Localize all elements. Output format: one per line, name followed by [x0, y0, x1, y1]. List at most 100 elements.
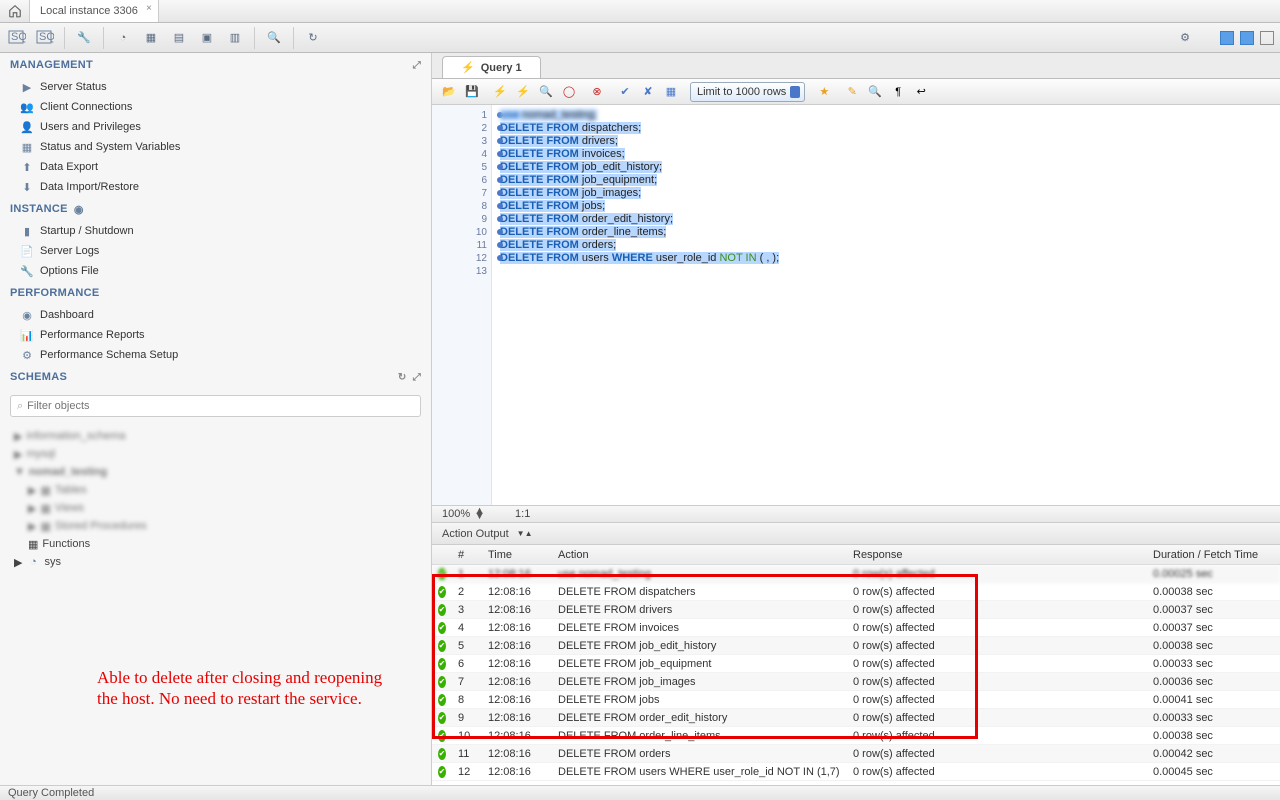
commit-toggle-icon[interactable]: ⊗: [588, 83, 606, 101]
nav-item[interactable]: ⬆Data Export: [0, 157, 431, 177]
nav-item[interactable]: ⚙Performance Schema Setup: [0, 345, 431, 365]
instance-icon: ◉: [72, 202, 86, 216]
svg-text:SQL: SQL: [39, 31, 54, 43]
nav-icon: ▦: [20, 140, 34, 154]
row-limit-select[interactable]: Limit to 1000 rows: [690, 82, 805, 102]
output-row[interactable]: ✔ 212:08:16 DELETE FROM dispatchers0 row…: [432, 583, 1280, 601]
lightning-icon: ⚡: [461, 61, 475, 74]
nav-item[interactable]: ▮Startup / Shutdown: [0, 221, 431, 241]
schema-db[interactable]: ▼nomad_testing: [0, 463, 431, 481]
editor-toolbar: 📂 💾 ⚡ ⚡ 🔍 ◯ ⊗ ✔ ✘ ▦ Limit to 1000 rows ★…: [432, 79, 1280, 105]
sql-editor[interactable]: 12345678910111213 use nomad_testing;DELE…: [432, 105, 1280, 505]
search-table-icon[interactable]: 🔍: [263, 27, 285, 49]
schema-child[interactable]: ▶▦Stored Procedures: [0, 517, 431, 535]
close-icon[interactable]: ×: [146, 3, 152, 14]
nav-icon: 📄: [20, 244, 34, 258]
wrap-icon[interactable]: ↩: [912, 83, 930, 101]
rollback-icon[interactable]: ✘: [639, 83, 657, 101]
output-dropdown[interactable]: Action Output: [442, 528, 509, 540]
nav-icon: ⬆: [20, 160, 34, 174]
find-icon[interactable]: 🔍: [866, 83, 884, 101]
sql-file-plus-icon[interactable]: SQL: [34, 27, 56, 49]
table-icon[interactable]: ▦: [140, 27, 162, 49]
editor-zoom-bar: 100% ▲▼ 1:1: [432, 505, 1280, 523]
nav-item[interactable]: 📊Performance Reports: [0, 325, 431, 345]
schema-filter-input[interactable]: [27, 400, 414, 412]
management-header: MANAGEMENT⤢: [0, 53, 431, 77]
ratio-label: 1:1: [515, 508, 530, 520]
zoom-stepper[interactable]: 100% ▲▼: [442, 508, 485, 520]
query-tab-1[interactable]: ⚡ Query 1: [442, 56, 541, 78]
schema-sys[interactable]: ▶◔sys: [0, 553, 431, 571]
status-text: Query Completed: [8, 787, 94, 799]
autocommit-icon[interactable]: ✔: [616, 83, 634, 101]
output-row[interactable]: ✔ 612:08:16 DELETE FROM job_equipment0 r…: [432, 655, 1280, 673]
action-output-header: Action Output ▼▲: [432, 523, 1280, 545]
db-create-icon[interactable]: ◔: [112, 27, 134, 49]
panel-toggle-bottom[interactable]: [1240, 31, 1254, 45]
schema-child[interactable]: ▶▦Tables: [0, 481, 431, 499]
schema-filter[interactable]: ⌕: [10, 395, 421, 417]
panel-toggle-right[interactable]: [1260, 31, 1274, 45]
execute-icon[interactable]: ⚡: [491, 83, 509, 101]
home-icon[interactable]: [0, 0, 30, 22]
transaction-icon[interactable]: ▦: [662, 83, 680, 101]
view-icon[interactable]: ▤: [168, 27, 190, 49]
favorite-icon[interactable]: ★: [815, 83, 833, 101]
connection-tab-label: Local instance 3306: [40, 5, 138, 17]
nav-icon: 🔧: [20, 264, 34, 278]
action-output-table[interactable]: # Time Action Response Duration / Fetch …: [432, 545, 1280, 785]
nav-item[interactable]: ▦Status and System Variables: [0, 137, 431, 157]
nav-item[interactable]: ▶Server Status: [0, 77, 431, 97]
nav-item[interactable]: ◉Dashboard: [0, 305, 431, 325]
reconnect-icon[interactable]: ↻: [302, 27, 324, 49]
schema-db[interactable]: ▶information_schema: [0, 427, 431, 445]
output-row[interactable]: ✔ 812:08:16 DELETE FROM jobs0 row(s) aff…: [432, 691, 1280, 709]
output-row[interactable]: ✔ 112:08:16 use nomad_testing0 row(s) af…: [432, 565, 1280, 583]
schema-functions[interactable]: ▦Functions: [0, 535, 431, 553]
sql-file-icon[interactable]: SQL: [6, 27, 28, 49]
status-ok-icon: ✔: [438, 604, 446, 616]
panel-toggle-left[interactable]: [1220, 31, 1234, 45]
nav-item[interactable]: 🔧Options File: [0, 261, 431, 281]
nav-item[interactable]: ⬇Data Import/Restore: [0, 177, 431, 197]
connection-tab[interactable]: Local instance 3306 ×: [30, 0, 159, 22]
save-file-icon[interactable]: 💾: [463, 83, 481, 101]
status-ok-icon: ✔: [438, 640, 446, 652]
search-icon: ⌕: [17, 400, 23, 413]
nav-icon: 👥: [20, 100, 34, 114]
beautify-icon[interactable]: ✎: [843, 83, 861, 101]
inspector-icon[interactable]: 🔧: [73, 27, 95, 49]
query-tabs: ⚡ Query 1: [432, 53, 1280, 79]
output-row[interactable]: ✔ 712:08:16 DELETE FROM job_images0 row(…: [432, 673, 1280, 691]
nav-item[interactable]: 👥Client Connections: [0, 97, 431, 117]
annotation-text: Able to delete after closing and reopeni…: [97, 667, 397, 710]
stop-icon[interactable]: ◯: [560, 83, 578, 101]
nav-item[interactable]: 📄Server Logs: [0, 241, 431, 261]
status-ok-icon: ✔: [438, 658, 446, 670]
output-row[interactable]: ✔ 912:08:16 DELETE FROM order_edit_histo…: [432, 709, 1280, 727]
function-icon[interactable]: ▥: [224, 27, 246, 49]
output-row[interactable]: ✔ 512:08:16 DELETE FROM job_edit_history…: [432, 637, 1280, 655]
schema-db[interactable]: ▶mysql: [0, 445, 431, 463]
open-file-icon[interactable]: 📂: [440, 83, 458, 101]
explain-icon[interactable]: 🔍: [537, 83, 555, 101]
settings-icon[interactable]: ⚙: [1174, 27, 1196, 49]
performance-header: PERFORMANCE: [0, 281, 431, 305]
schema-child[interactable]: ▶▦Views: [0, 499, 431, 517]
procedure-icon[interactable]: ▣: [196, 27, 218, 49]
output-row[interactable]: ✔ 1112:08:16 DELETE FROM orders0 row(s) …: [432, 745, 1280, 763]
nav-item[interactable]: 👤Users and Privileges: [0, 117, 431, 137]
status-ok-icon: ✔: [438, 586, 446, 598]
output-row[interactable]: ✔ 1212:08:16 DELETE FROM users WHERE use…: [432, 763, 1280, 781]
invisible-chars-icon[interactable]: ¶: [889, 83, 907, 101]
status-ok-icon: ✔: [438, 730, 446, 742]
nav-icon: ◉: [20, 308, 34, 322]
execute-cursor-icon[interactable]: ⚡: [514, 83, 532, 101]
status-bar: Query Completed: [0, 785, 1280, 800]
output-row[interactable]: ✔ 1012:08:16 DELETE FROM order_line_item…: [432, 727, 1280, 745]
status-ok-icon: ✔: [438, 622, 446, 634]
status-ok-icon: ✔: [438, 676, 446, 688]
output-row[interactable]: ✔ 412:08:16 DELETE FROM invoices0 row(s)…: [432, 619, 1280, 637]
output-row[interactable]: ✔ 312:08:16 DELETE FROM drivers0 row(s) …: [432, 601, 1280, 619]
